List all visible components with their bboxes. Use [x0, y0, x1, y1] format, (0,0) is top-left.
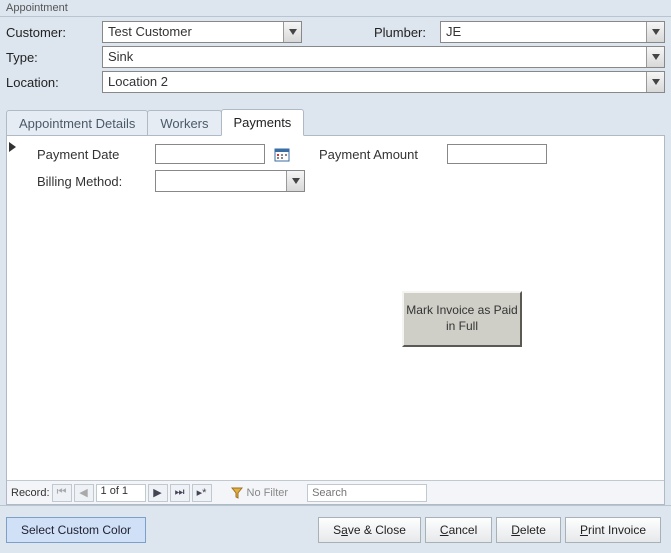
- dropdown-icon[interactable]: [646, 47, 664, 67]
- location-select[interactable]: Location 2: [102, 71, 665, 93]
- dropdown-icon[interactable]: [646, 72, 664, 92]
- type-value: Sink: [103, 47, 646, 67]
- delete-button[interactable]: Delete: [496, 517, 561, 543]
- print-invoice-button[interactable]: Print Invoice: [565, 517, 661, 543]
- customer-select[interactable]: Test Customer: [102, 21, 302, 43]
- tab-payments[interactable]: Payments: [221, 109, 305, 136]
- dropdown-icon[interactable]: [646, 22, 664, 42]
- header-form: Customer: Test Customer Plumber: JE Type…: [0, 17, 671, 102]
- select-custom-color-button[interactable]: Select Custom Color: [6, 517, 146, 543]
- dropdown-icon[interactable]: [283, 22, 301, 42]
- location-value: Location 2: [103, 72, 646, 92]
- save-close-button[interactable]: Save & Close: [318, 517, 421, 543]
- nav-first-icon[interactable]: ⏮: [52, 484, 72, 502]
- payment-date-input[interactable]: [155, 144, 265, 164]
- nav-prev-icon[interactable]: ◀: [74, 484, 94, 502]
- payment-date-label: Payment Date: [37, 147, 147, 162]
- customer-label: Customer:: [6, 25, 96, 40]
- record-navigator: Record: ⏮ ◀ 1 of 1 ▶ ⏭ ▸* No Filter: [7, 480, 664, 504]
- mark-paid-button[interactable]: Mark Invoice as Paid in Full: [402, 291, 522, 347]
- funnel-icon: [231, 487, 243, 499]
- plumber-label: Plumber:: [344, 25, 434, 40]
- appointment-window: Appointment Customer: Test Customer Plum…: [0, 0, 671, 551]
- customer-value: Test Customer: [103, 22, 283, 42]
- calendar-icon[interactable]: [273, 145, 291, 163]
- payment-amount-input[interactable]: [447, 144, 547, 164]
- filter-label: No Filter: [247, 487, 289, 499]
- location-label: Location:: [6, 75, 96, 90]
- nav-next-icon[interactable]: ▶: [148, 484, 168, 502]
- record-label: Record:: [11, 487, 50, 499]
- filter-button[interactable]: No Filter: [224, 485, 296, 501]
- bottom-toolbar: Select Custom Color Save & Close Cancel …: [0, 505, 671, 553]
- payments-panel: Payment Date Pa: [6, 135, 665, 505]
- plumber-value: JE: [441, 22, 646, 42]
- plumber-select[interactable]: JE: [440, 21, 665, 43]
- payment-amount-label: Payment Amount: [319, 147, 439, 162]
- nav-last-icon[interactable]: ⏭: [170, 484, 190, 502]
- type-select[interactable]: Sink: [102, 46, 665, 68]
- cancel-button[interactable]: Cancel: [425, 517, 492, 543]
- type-label: Type:: [6, 50, 96, 65]
- billing-method-select[interactable]: [155, 170, 305, 192]
- search-input[interactable]: [307, 484, 427, 502]
- billing-method-label: Billing Method:: [37, 174, 147, 189]
- tab-workers[interactable]: Workers: [147, 110, 221, 136]
- nav-new-icon[interactable]: ▸*: [192, 484, 212, 502]
- billing-method-value: [156, 171, 286, 191]
- tab-strip: Appointment Details Workers Payments: [6, 102, 665, 135]
- window-title: Appointment: [0, 0, 671, 17]
- dropdown-icon[interactable]: [286, 171, 304, 191]
- record-position[interactable]: 1 of 1: [96, 484, 146, 502]
- tab-appointment-details[interactable]: Appointment Details: [6, 110, 148, 136]
